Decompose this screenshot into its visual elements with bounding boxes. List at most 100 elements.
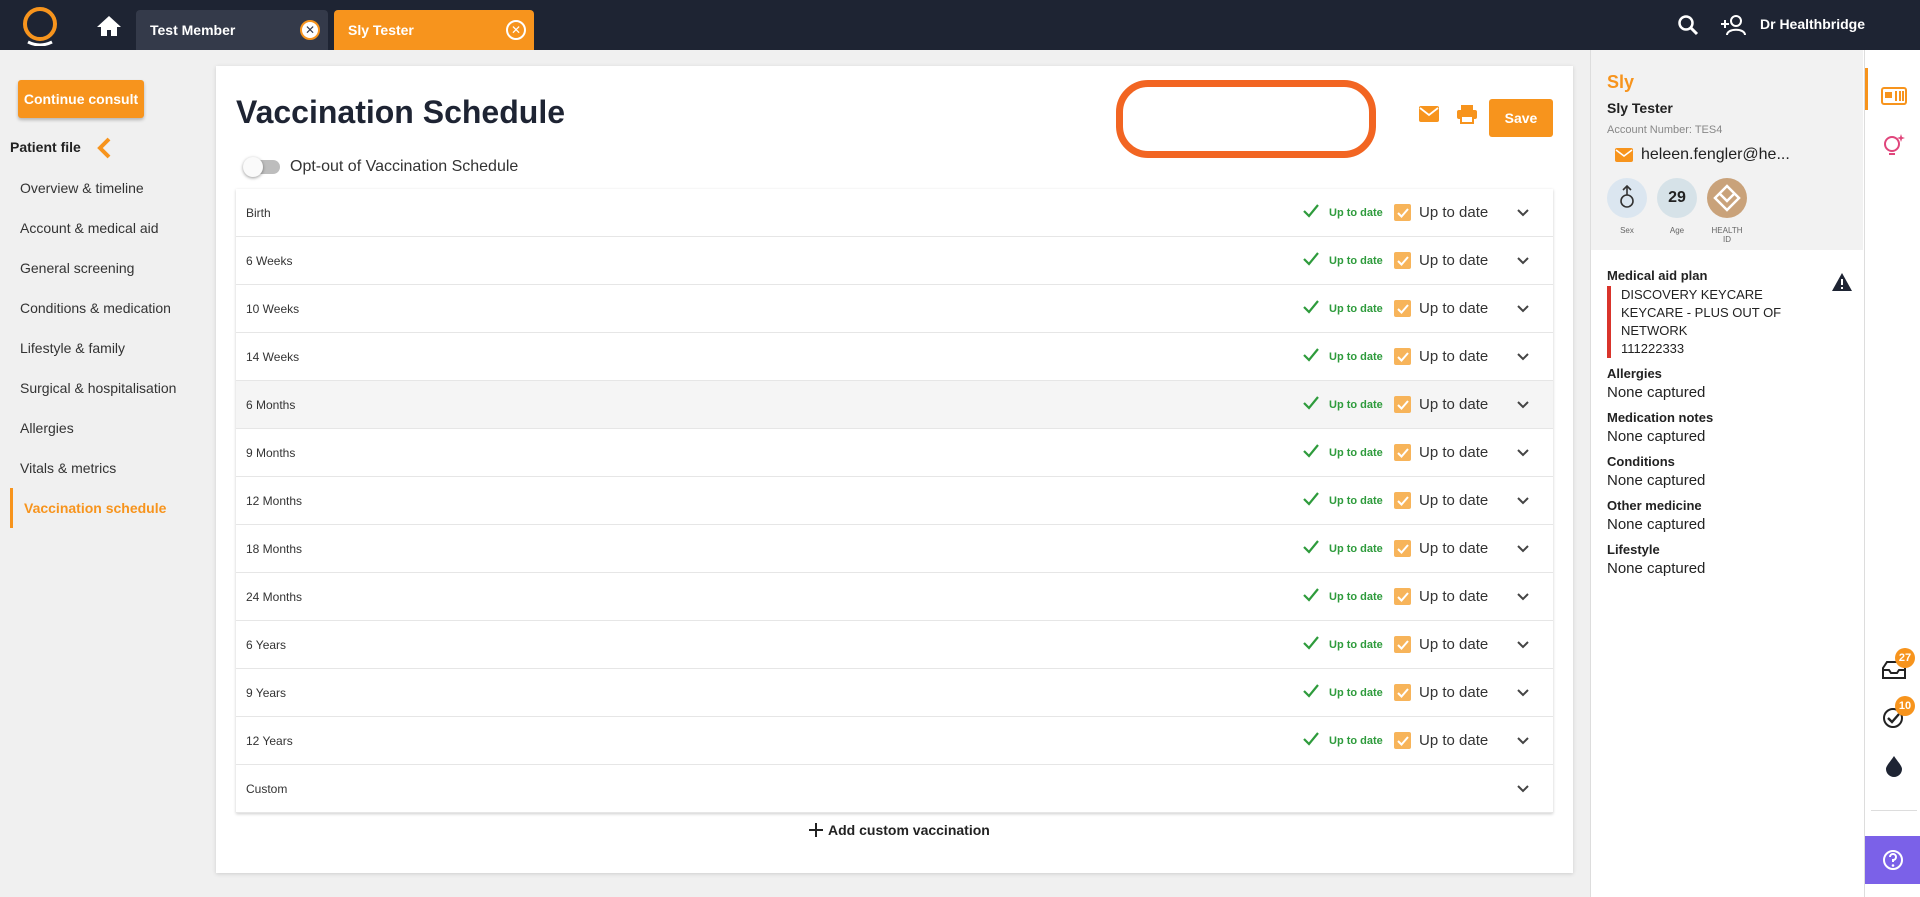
add-custom-vaccination-button[interactable]: Add custom vaccination xyxy=(808,822,990,838)
up-to-date-checkbox[interactable] xyxy=(1394,204,1411,221)
patient-full-name: Sly Tester xyxy=(1607,100,1673,116)
chevron-down-icon[interactable] xyxy=(1516,544,1530,554)
sidebar-item-vaccination[interactable]: Vaccination schedule xyxy=(10,488,200,528)
tab-test-member[interactable]: Test Member ✕ xyxy=(136,10,328,50)
up-to-date-checkbox[interactable] xyxy=(1394,732,1411,749)
user-name[interactable]: Dr Healthbridge xyxy=(1760,16,1865,32)
tab-label: Sly Tester xyxy=(348,22,414,38)
checkbox-label: Up to date xyxy=(1419,636,1489,653)
table-row[interactable]: 6 Years Up to date Up to date xyxy=(236,621,1553,669)
optout-toggle[interactable]: Opt-out of Vaccination Schedule xyxy=(243,157,518,177)
checkbox-label: Up to date xyxy=(1419,684,1489,701)
chevron-left-icon[interactable] xyxy=(96,137,112,159)
chevron-down-icon[interactable] xyxy=(1516,784,1530,794)
help-button[interactable] xyxy=(1865,836,1920,884)
chevron-down-icon[interactable] xyxy=(1516,448,1530,458)
email-icon[interactable] xyxy=(1418,105,1440,123)
up-to-date-checkbox[interactable] xyxy=(1394,396,1411,413)
medication-notes-title: Medication notes xyxy=(1607,410,1714,425)
continue-consult-button[interactable]: Continue consult xyxy=(18,80,144,118)
inbox-count-badge: 27 xyxy=(1895,648,1915,668)
print-icon[interactable] xyxy=(1456,104,1478,124)
chevron-down-icon[interactable] xyxy=(1516,352,1530,362)
up-to-date-checkbox[interactable] xyxy=(1394,348,1411,365)
ai-insights-icon[interactable] xyxy=(1881,132,1907,156)
lifestyle-value: None captured xyxy=(1607,560,1706,577)
chevron-down-icon[interactable] xyxy=(1516,736,1530,746)
chevron-down-icon[interactable] xyxy=(1516,640,1530,650)
chevron-down-icon[interactable] xyxy=(1516,496,1530,506)
sidebar-item-allergies[interactable]: Allergies xyxy=(10,408,200,448)
status-text: Up to date xyxy=(1329,686,1383,699)
sidebar-item-surgical[interactable]: Surgical & hospitalisation xyxy=(10,368,200,408)
chevron-down-icon[interactable] xyxy=(1516,400,1530,410)
sidebar-item-overview[interactable]: Overview & timeline xyxy=(10,168,200,208)
close-tab-icon[interactable]: ✕ xyxy=(300,20,320,40)
checkbox-label: Up to date xyxy=(1419,732,1489,749)
search-icon[interactable] xyxy=(1677,14,1699,36)
table-row[interactable]: 9 Months Up to date Up to date xyxy=(236,429,1553,477)
table-row[interactable]: 6 Months Up to date Up to date xyxy=(236,381,1553,429)
up-to-date-checkbox[interactable] xyxy=(1394,252,1411,269)
drop-icon[interactable] xyxy=(1881,754,1907,778)
sidebar-item-vitals[interactable]: Vitals & metrics xyxy=(10,448,200,488)
table-row[interactable]: 12 Years Up to date Up to date xyxy=(236,717,1553,765)
status-text: Up to date xyxy=(1329,302,1383,315)
tasks-count-badge: 10 xyxy=(1895,696,1915,716)
checkmark-icon xyxy=(1396,495,1409,506)
patient-email[interactable]: heleen.fengler@he... xyxy=(1615,146,1790,164)
up-to-date-checkbox[interactable] xyxy=(1394,444,1411,461)
table-row[interactable]: 6 Weeks Up to date Up to date xyxy=(236,237,1553,285)
table-row[interactable]: 24 Months Up to date Up to date xyxy=(236,573,1553,621)
row-label: 18 Months xyxy=(246,541,303,556)
up-to-date-checkbox[interactable] xyxy=(1394,636,1411,653)
sidebar-item-account[interactable]: Account & medical aid xyxy=(10,208,200,248)
table-row[interactable]: 9 Years Up to date Up to date xyxy=(236,669,1553,717)
sidebar-item-lifestyle[interactable]: Lifestyle & family xyxy=(10,328,200,368)
lifestyle-title: Lifestyle xyxy=(1607,542,1660,557)
chevron-down-icon[interactable] xyxy=(1516,208,1530,218)
conditions-value: None captured xyxy=(1607,472,1706,489)
toggle-switch[interactable] xyxy=(243,157,280,177)
chevron-down-icon[interactable] xyxy=(1516,592,1530,602)
chevron-down-icon[interactable] xyxy=(1516,688,1530,698)
app-logo-icon[interactable] xyxy=(20,6,60,46)
sidebar-item-conditions[interactable]: Conditions & medication xyxy=(10,288,200,328)
table-row[interactable]: Custom xyxy=(236,765,1553,813)
chevron-down-icon[interactable] xyxy=(1516,304,1530,314)
page-title: Vaccination Schedule xyxy=(236,94,565,130)
sex-label: Sex xyxy=(1620,226,1634,235)
sex-badge xyxy=(1607,178,1647,218)
table-row[interactable]: 18 Months Up to date Up to date xyxy=(236,525,1553,573)
sidebar-item-screening[interactable]: General screening xyxy=(10,248,200,288)
checkbox-label: Up to date xyxy=(1419,300,1489,317)
tab-sly-tester[interactable]: Sly Tester ✕ xyxy=(334,10,534,50)
table-row[interactable]: 12 Months Up to date Up to date xyxy=(236,477,1553,525)
close-tab-icon[interactable]: ✕ xyxy=(506,20,526,40)
add-user-icon[interactable] xyxy=(1720,13,1746,37)
patient-card-icon[interactable] xyxy=(1881,84,1907,108)
plus-icon xyxy=(809,823,823,837)
status-text: Up to date xyxy=(1329,494,1383,507)
table-row[interactable]: Birth Up to date Up to date xyxy=(236,189,1553,237)
highlight-ring xyxy=(1116,80,1376,158)
add-custom-label: Add custom vaccination xyxy=(828,822,990,838)
home-icon[interactable] xyxy=(96,15,122,37)
up-to-date-checkbox[interactable] xyxy=(1394,492,1411,509)
checkbox-label: Up to date xyxy=(1419,252,1489,269)
health-id-badge[interactable] xyxy=(1707,178,1747,218)
up-to-date-checkbox[interactable] xyxy=(1394,684,1411,701)
table-row[interactable]: 10 Weeks Up to date Up to date xyxy=(236,285,1553,333)
chevron-down-icon[interactable] xyxy=(1516,256,1530,266)
patient-header: Sly Sly Tester Account Number: TES4 hele… xyxy=(1591,50,1863,250)
save-button[interactable]: Save xyxy=(1489,99,1553,137)
warning-icon[interactable] xyxy=(1831,272,1853,292)
up-to-date-checkbox[interactable] xyxy=(1394,540,1411,557)
patient-summary-panel: Sly Sly Tester Account Number: TES4 hele… xyxy=(1590,50,1864,897)
checkmark-icon xyxy=(1396,399,1409,410)
up-to-date-checkbox[interactable] xyxy=(1394,300,1411,317)
health-id-icon xyxy=(1713,184,1741,212)
top-bar: Test Member ✕ Sly Tester ✕ Dr Healthbrid… xyxy=(0,0,1920,50)
table-row[interactable]: 14 Weeks Up to date Up to date xyxy=(236,333,1553,381)
up-to-date-checkbox[interactable] xyxy=(1394,588,1411,605)
